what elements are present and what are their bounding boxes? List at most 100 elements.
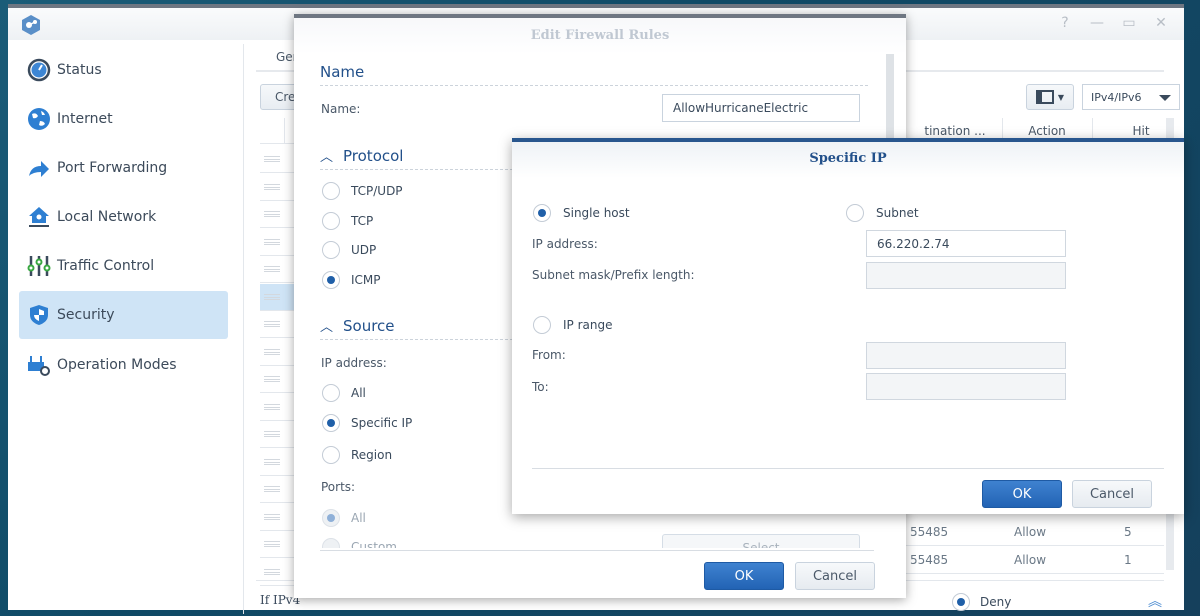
radio-button[interactable] [846, 204, 864, 222]
specific-ip-dialog: Specific IP Single host Subnet IP addres… [512, 138, 1184, 514]
ip-address-input[interactable]: 66.220.2.74 [866, 230, 1066, 257]
radio-button[interactable] [322, 538, 340, 548]
ok-button[interactable]: OK [704, 562, 784, 590]
table-row[interactable]: 55485 Allow 5 [884, 518, 1164, 546]
sidebar-item-label: Status [57, 62, 102, 78]
chevron-up-icon[interactable]: ︿ [320, 146, 333, 165]
ip-address-label: IP address: [532, 237, 598, 251]
ok-button[interactable]: OK [982, 480, 1062, 508]
dialog-title: Specific IP [512, 142, 1184, 178]
radio-button[interactable] [322, 212, 340, 230]
drag-handle-icon [264, 211, 280, 217]
section-title: Protocol [343, 146, 404, 165]
sidebar-item-label: Operation Modes [57, 357, 177, 373]
cancel-button[interactable]: Cancel [795, 562, 875, 590]
router-gear-icon [28, 356, 50, 376]
ip-range-radio[interactable]: IP range [533, 316, 612, 334]
sliders-icon [27, 256, 51, 276]
radio-label: All [351, 511, 366, 525]
radio-label: Custom [351, 540, 397, 548]
minimize-icon[interactable]: — [1088, 14, 1106, 32]
sidebar-item-internet[interactable]: Internet [19, 95, 228, 143]
protocol-udp-radio[interactable]: UDP [322, 241, 376, 259]
drag-handle-icon [264, 321, 280, 327]
radio-label: ICMP [351, 273, 381, 287]
drag-handle-icon [264, 183, 280, 190]
drag-handle-icon [264, 513, 280, 520]
chevron-down-icon: ▼ [1057, 92, 1065, 102]
layout-toggle-button[interactable]: ▼ [1026, 84, 1074, 110]
radio-button[interactable] [952, 593, 970, 611]
globe-icon [28, 108, 50, 130]
radio-button[interactable] [322, 509, 340, 527]
from-input[interactable] [866, 342, 1066, 369]
column-header-action[interactable]: Action [1002, 124, 1092, 138]
sidebar-item-traffic-control[interactable]: Traffic Control [19, 242, 228, 290]
double-chevron-up-icon[interactable]: ︽ [1148, 591, 1162, 611]
deny-label: Deny [980, 595, 1012, 609]
radio-button[interactable] [322, 446, 340, 464]
source-specific-ip-radio[interactable]: Specific IP [322, 414, 412, 432]
sidebar: Status Internet Port Forwarding Local Ne… [8, 44, 244, 614]
column-header-hit[interactable]: Hit [1092, 124, 1190, 138]
forward-arrow-icon [29, 161, 49, 177]
to-input[interactable] [866, 373, 1066, 400]
help-icon[interactable]: ? [1056, 14, 1074, 32]
home-network-icon [29, 207, 49, 227]
deny-radio[interactable]: Deny [952, 593, 1011, 611]
drag-handle-icon [264, 293, 280, 300]
subnet-radio[interactable]: Subnet [846, 204, 919, 222]
footer-divider [532, 468, 1164, 469]
protocol-tcp-udp-radio[interactable]: TCP/UDP [322, 182, 403, 200]
table-row[interactable]: 55485 Allow 1 [884, 546, 1164, 574]
radio-button[interactable] [322, 241, 340, 259]
drag-handle-icon [264, 568, 280, 575]
maximize-icon[interactable]: ▭ [1120, 14, 1138, 32]
drag-handle-icon [264, 376, 280, 382]
section-title: Name [320, 62, 365, 81]
ports-all-radio[interactable]: All [322, 509, 366, 527]
radio-button[interactable] [322, 414, 340, 432]
drag-handle-icon [264, 403, 280, 410]
chevron-up-icon[interactable]: ︿ [320, 316, 333, 335]
radio-label: Subnet [876, 206, 919, 220]
ports-custom-radio[interactable]: Custom [322, 538, 397, 548]
dialog-title: Edit Firewall Rules [294, 18, 906, 54]
subnet-mask-input[interactable] [866, 262, 1066, 289]
sidebar-item-local-network[interactable]: Local Network [19, 193, 228, 241]
dropdown-caret-icon [1159, 95, 1171, 101]
destination-cell: 55485 [910, 525, 949, 539]
single-host-radio[interactable]: Single host [533, 204, 630, 222]
footer-divider [320, 550, 874, 551]
sidebar-item-status[interactable]: Status [19, 46, 228, 94]
protocol-tcp-radio[interactable]: TCP [322, 212, 373, 230]
radio-button[interactable] [533, 204, 551, 222]
radio-button[interactable] [322, 182, 340, 200]
radio-button[interactable] [322, 271, 340, 289]
select-ports-button[interactable]: Select [662, 534, 860, 548]
source-region-radio[interactable]: Region [322, 446, 392, 464]
radio-button[interactable] [533, 316, 551, 334]
hit-cell: 1 [1124, 553, 1132, 567]
drag-handle-icon [264, 486, 280, 492]
close-icon[interactable]: ✕ [1152, 14, 1170, 32]
action-cell: Allow [1014, 553, 1047, 567]
sidebar-item-port-forwarding[interactable]: Port Forwarding [19, 144, 228, 192]
radio-button[interactable] [322, 384, 340, 402]
drag-handle-icon [264, 541, 280, 547]
cancel-button[interactable]: Cancel [1072, 480, 1152, 508]
drag-handle-icon [264, 238, 280, 245]
sidebar-item-label: Security [57, 307, 115, 323]
radio-label: UDP [351, 243, 377, 257]
name-input[interactable]: AllowHurricaneElectric [662, 94, 860, 122]
protocol-icmp-radio[interactable]: ICMP [322, 271, 381, 289]
subnet-mask-label: Subnet mask/Prefix length: [532, 268, 695, 282]
sidebar-item-security[interactable]: Security [19, 291, 228, 339]
column-header-destination[interactable]: tination ... [910, 124, 1000, 138]
name-label: Name: [321, 102, 361, 116]
ip-version-value: IPv4/IPv6 [1091, 91, 1142, 104]
sidebar-item-label: Port Forwarding [57, 160, 168, 176]
ip-version-select[interactable]: IPv4/IPv6 [1082, 84, 1180, 110]
source-all-radio[interactable]: All [322, 384, 366, 402]
sidebar-item-operation-modes[interactable]: Operation Modes [19, 341, 228, 389]
